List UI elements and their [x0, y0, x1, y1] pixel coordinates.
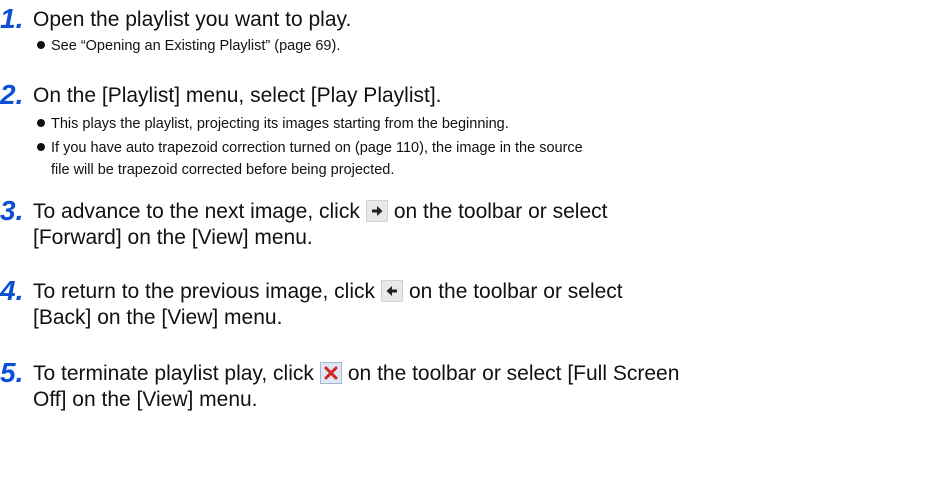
- step-text-line1: To terminate playlist play, click on the …: [33, 360, 679, 387]
- step-number: 3.: [0, 195, 24, 226]
- step-text-line2: [Forward] on the [View] menu.: [33, 226, 313, 249]
- step-number: 1.: [0, 3, 24, 34]
- step-5: 5. To terminate playlist play, click on t…: [0, 358, 926, 418]
- bullet-dot: [37, 41, 45, 49]
- bullet-item: If you have auto trapezoid correction tu…: [37, 138, 583, 158]
- bullet-text: This plays the playlist, projecting its …: [51, 116, 509, 132]
- step-text-line2: [Back] on the [View] menu.: [33, 306, 283, 329]
- step-text-line1: To advance to the next image, click on th…: [33, 198, 607, 225]
- step-text: on the toolbar or select: [393, 200, 608, 223]
- step-text: Open the playlist you want to play.: [33, 8, 352, 31]
- forward-arrow-icon: [365, 200, 388, 222]
- bullet-text: See “Opening an Existing Playlist” (page…: [51, 38, 341, 54]
- step-2: 2. On the [Playlist] menu, select [Play …: [0, 79, 926, 179]
- step-text: To return to the previous image, click: [33, 280, 375, 303]
- step-number: 2.: [0, 79, 24, 110]
- step-number: 4.: [0, 275, 24, 306]
- step-text: To advance to the next image, click: [33, 200, 360, 223]
- step-number: 5.: [0, 357, 24, 388]
- bullet-item: See “Opening an Existing Playlist” (page…: [37, 36, 340, 56]
- close-x-icon: [319, 362, 342, 384]
- step-text: on the toolbar or select [Full Screen: [347, 362, 680, 385]
- step-text: On the [Playlist] menu, select [Play Pla…: [33, 84, 442, 107]
- step-4: 4. To return to the previous image, clic…: [0, 276, 926, 336]
- bullet-text: If you have auto trapezoid correction tu…: [51, 140, 583, 156]
- bullet-dot: [37, 143, 45, 151]
- step-3: 3. To advance to the next image, click on…: [0, 196, 926, 256]
- step-text-line1: To return to the previous image, click on…: [33, 278, 623, 305]
- bullet-dot: [37, 119, 45, 127]
- step-text: To terminate playlist play, click: [33, 362, 314, 385]
- bullet-item: This plays the playlist, projecting its …: [37, 114, 509, 134]
- step-text-line2: Off] on the [View] menu.: [33, 388, 258, 411]
- back-arrow-icon: [381, 280, 403, 302]
- step-1: 1. Open the playlist you want to play. S…: [0, 4, 926, 64]
- step-text: on the toolbar or select: [409, 280, 623, 303]
- bullet-continuation: file will be trapezoid corrected before …: [51, 162, 395, 178]
